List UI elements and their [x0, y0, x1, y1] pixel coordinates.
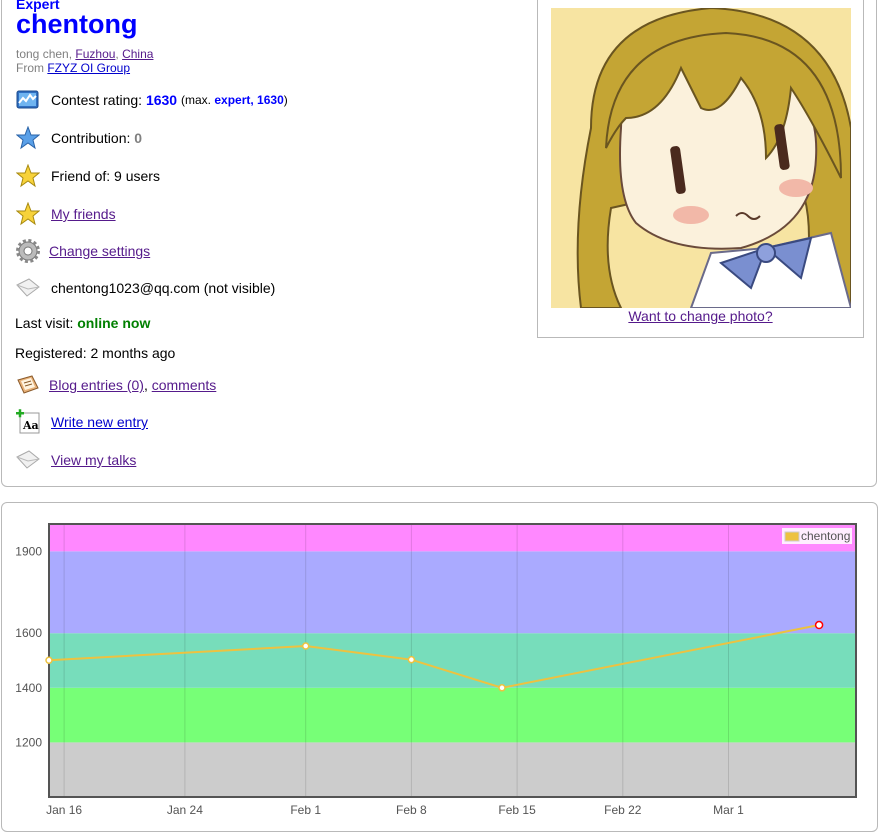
contribution-label: Contribution: — [51, 130, 131, 146]
organization-link[interactable]: FZYZ OI Group — [47, 61, 130, 75]
settings-row: Change settings — [15, 239, 150, 263]
city-link[interactable]: Fuzhou — [75, 47, 115, 61]
legend-label: chentong — [801, 529, 850, 543]
rating-point — [814, 620, 824, 630]
max-prefix: (max. — [181, 93, 211, 107]
friend-of-text: Friend of: 9 users — [51, 168, 160, 184]
blog-row: Blog entries (0), comments — [15, 373, 216, 397]
last-visit-label: Last visit: — [15, 315, 74, 331]
blog-book-icon — [15, 373, 41, 397]
y-tick-label: 1200 — [15, 735, 42, 749]
write-new-entry-link[interactable]: Write new entry — [51, 414, 148, 430]
rating-band — [49, 687, 856, 743]
x-tick-label: Feb 15 — [498, 803, 536, 814]
y-tick-label: 1600 — [15, 626, 42, 640]
y-tick-label: 1400 — [15, 681, 42, 695]
max-value: 1630 — [257, 93, 284, 107]
x-tick-label: Feb 1 — [290, 803, 321, 814]
gold-star-icon — [15, 164, 41, 188]
rating-band — [49, 742, 856, 797]
user-handle: chentong — [16, 9, 138, 39]
registered-text: Registered: 2 months ago — [15, 345, 176, 361]
gold-star-icon — [15, 202, 41, 226]
user-subinfo: tong chen, Fuzhou, China From FZYZ OI Gr… — [16, 47, 154, 75]
y-tick-label: 1900 — [15, 544, 42, 558]
rating-point — [301, 642, 310, 650]
rating-value: 1630 — [145, 92, 178, 108]
my-friends-link[interactable]: My friends — [51, 206, 116, 222]
x-tick-label: Feb 22 — [604, 803, 642, 814]
max-rank: expert, — [214, 93, 254, 107]
last-visit-value: online now — [77, 315, 151, 331]
blog-entries-link[interactable]: Blog entries (0) — [49, 377, 144, 393]
change-settings-link[interactable]: Change settings — [49, 243, 150, 259]
contribution-value: 0 — [134, 130, 143, 146]
last-visit-row: Last visit: online now — [15, 311, 150, 335]
x-tick-label: Feb 8 — [396, 803, 427, 814]
rating-band — [49, 551, 856, 634]
envelope-icon — [15, 276, 41, 300]
comments-link[interactable]: comments — [152, 377, 217, 393]
country-link[interactable]: China — [122, 47, 153, 61]
avatar-box: Want to change photo? — [537, 0, 864, 338]
envelope-icon — [15, 448, 41, 472]
contribution-row: Contribution: 0 — [15, 126, 142, 150]
gear-icon — [15, 239, 41, 263]
from-label: From — [16, 61, 44, 75]
rating-point — [407, 655, 416, 664]
friend-of-row: Friend of: 9 users — [15, 164, 160, 188]
write-entry-icon: Aa — [15, 409, 41, 434]
rating-chart-icon — [15, 88, 41, 112]
write-entry-row: Aa Write new entry — [15, 409, 148, 434]
rating-point — [45, 656, 53, 664]
rating-point — [498, 684, 506, 692]
talks-row: View my talks — [15, 448, 136, 472]
legend-swatch — [784, 531, 800, 542]
rating-band — [49, 524, 856, 552]
rating-row: Contest rating: 1630 (max. expert, 1630) — [15, 88, 288, 112]
view-talks-link[interactable]: View my talks — [51, 452, 136, 468]
user-name: tong chen — [16, 47, 69, 61]
rating-label: Contest rating: — [51, 92, 143, 108]
avatar — [551, 8, 851, 308]
email-text: chentong1023@qq.com (not visible) — [51, 280, 276, 296]
my-friends-row: My friends — [15, 202, 116, 226]
max-suffix: ) — [283, 93, 288, 107]
rating-chart: Jan 16 Jan 24 Feb 1 Feb 8 Feb 15 Feb 22 Mar 1 1… — [15, 523, 857, 814]
x-tick-label: Jan 16 — [46, 803, 82, 814]
max-rating: (max. expert, 1630) — [181, 93, 288, 107]
x-tick-label: Mar 1 — [713, 803, 744, 814]
change-photo-link[interactable]: Want to change photo? — [538, 308, 863, 324]
email-row: chentong1023@qq.com (not visible) — [15, 276, 275, 300]
blue-star-icon — [15, 126, 41, 150]
registered-row: Registered: 2 months ago — [15, 341, 175, 365]
x-tick-label: Jan 24 — [167, 803, 203, 814]
svg-text:Aa: Aa — [22, 419, 39, 432]
